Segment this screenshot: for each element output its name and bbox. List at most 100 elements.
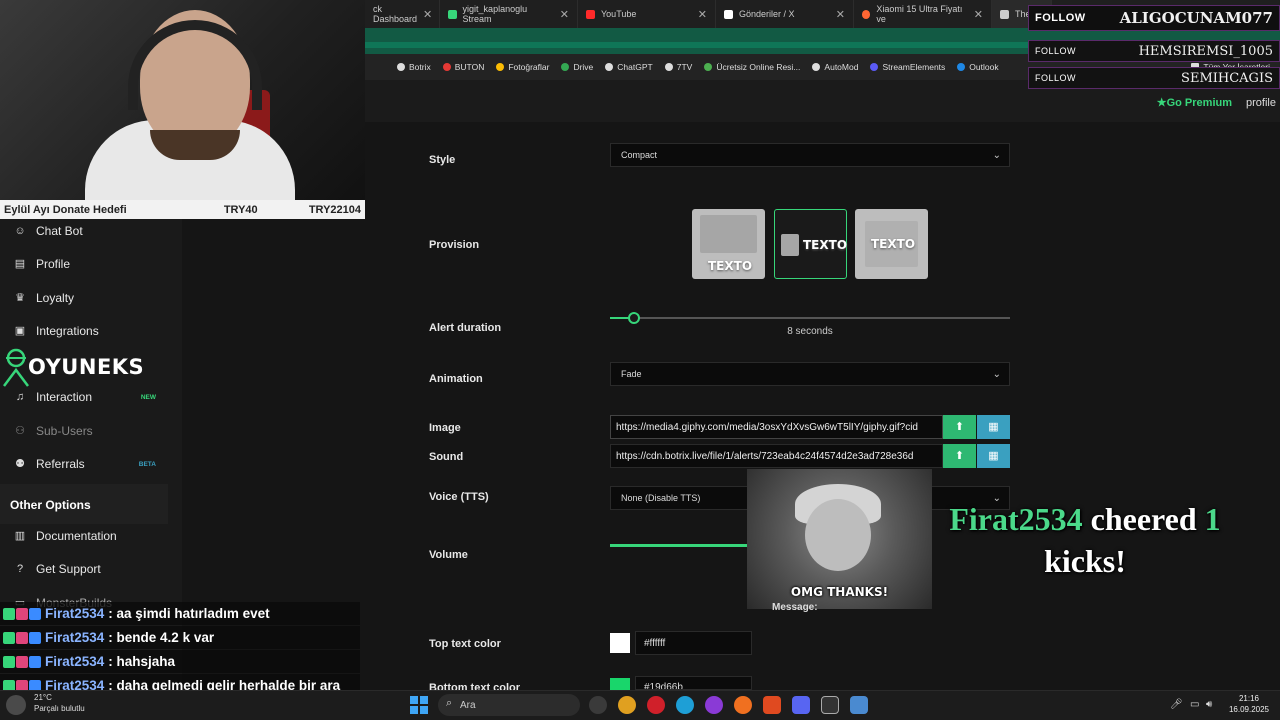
site-icon (1000, 9, 1009, 19)
close-icon[interactable]: ✕ (560, 8, 569, 21)
style-select[interactable]: Compact ⌄ (610, 143, 1010, 167)
app-icon[interactable] (850, 696, 868, 714)
bookmark-label: Ücretsiz Online Resi... (716, 62, 801, 72)
image-library-button[interactable]: ▦ (977, 415, 1010, 439)
tab-dashboard[interactable]: ck Dashboard ✕ (365, 0, 440, 28)
chat-text: : aa şimdi hatırladım evet (108, 606, 270, 621)
tab-x[interactable]: Gönderiler / X ✕ (716, 0, 854, 28)
obs-icon[interactable] (821, 696, 839, 714)
bookmark-item[interactable]: Outlook (957, 62, 999, 72)
top-text-color-swatch[interactable] (610, 633, 630, 653)
bookmark-label: StreamElements (882, 62, 946, 72)
sidebar-item-chat-bot[interactable]: ☺ Chat Bot (0, 215, 168, 247)
tab-youtube[interactable]: YouTube ✕ (578, 0, 716, 28)
tab-label: Xiaomi 15 Ultra Fiyatı ve (876, 4, 963, 24)
brand-logo: OYUNEKS (0, 343, 160, 391)
provision-text: TEXTO (708, 259, 753, 273)
bookmark-item[interactable]: 7TV (664, 62, 692, 72)
provision-option-stacked[interactable]: TEXTO (692, 209, 765, 279)
weather-widget[interactable]: 21°C Parçalı bulutlu (4, 693, 94, 717)
sidebar-item-label: Loyalty (36, 291, 75, 305)
opera-icon[interactable] (647, 696, 665, 714)
bookmark-item[interactable]: Fotoğraflar (496, 62, 549, 72)
microphone-icon[interactable]: 🎤︎ (1170, 699, 1183, 710)
bookmark-icon (704, 63, 713, 71)
star-badge-icon (29, 607, 41, 620)
close-icon[interactable]: ✕ (698, 8, 707, 21)
firefox-icon[interactable] (734, 696, 752, 714)
bookmark-item[interactable]: StreamElements (870, 62, 945, 72)
taskbar-search[interactable]: ⌕ Ara (438, 694, 580, 716)
discord-icon[interactable] (792, 696, 810, 714)
close-icon[interactable]: ✕ (974, 8, 983, 21)
tab-stream[interactable]: yigit_kaplanoglu Stream ✕ (440, 0, 578, 28)
beta-badge: BETA (138, 460, 156, 468)
tab-xiaomi[interactable]: Xiaomi 15 Ultra Fiyatı ve ✕ (854, 0, 992, 28)
profile-link[interactable]: profile (1246, 97, 1276, 109)
sidebar-item-label: Referrals (36, 457, 85, 471)
bookmark-icon (496, 63, 505, 71)
sidebar-item-loyalty[interactable]: ♛ Loyalty (0, 282, 168, 314)
task-view-icon[interactable] (589, 696, 607, 714)
sidebar-item-profile[interactable]: ▤ Profile (0, 248, 168, 280)
bookmark-icon (442, 63, 451, 71)
clock-time: 21:16 (1238, 694, 1260, 703)
bookmark-icon (957, 63, 966, 71)
go-premium-label: Go Premium (1166, 97, 1232, 109)
star-badge-icon (29, 655, 41, 668)
follow-label: FOLLOW (1035, 46, 1077, 56)
sound-url-input[interactable]: https://cdn.botrix.live/file/1/alerts/72… (610, 444, 943, 468)
sidebar-item-sub-users[interactable]: ⚇ Sub-Users (0, 415, 168, 447)
bookmark-label: Fotoğraflar (508, 62, 550, 72)
speaker-icon[interactable]: 🔊︎ (1206, 699, 1212, 710)
sidebar-item-get-support[interactable]: ? Get Support (0, 553, 168, 585)
star-icon: ★ (1156, 97, 1167, 109)
animation-select[interactable]: Fade ⌄ (610, 362, 1010, 386)
top-text-color-input[interactable]: #ffffff (635, 631, 752, 655)
display-icon[interactable]: ▭ (1190, 699, 1199, 710)
alert-gif: OMG THANKS! (747, 469, 932, 609)
upload-image-button[interactable]: ⬆ (943, 415, 976, 439)
close-icon[interactable]: ✕ (836, 8, 845, 21)
duration-slider-handle[interactable] (628, 312, 640, 324)
edge-icon[interactable] (676, 696, 694, 714)
volume-slider[interactable] (610, 544, 750, 547)
donate-target: TRY22104 (308, 203, 361, 216)
go-premium-link[interactable]: ★Go Premium (1157, 96, 1232, 109)
bookmark-item[interactable]: Drive (561, 62, 593, 72)
bookmark-icon (605, 63, 614, 71)
top-text-color-label: Top text color (429, 638, 501, 650)
search-placeholder: Ara (460, 699, 476, 711)
chat-badges (3, 607, 41, 620)
bookmark-item[interactable]: Botrix (397, 62, 431, 72)
bookmark-label: BUTON (454, 62, 485, 72)
x-icon (724, 9, 733, 19)
provision-option-side[interactable]: TEXTO (774, 209, 847, 279)
sound-library-button[interactable]: ▦ (977, 444, 1010, 468)
kick-badge-icon (3, 607, 15, 620)
bookmark-item[interactable]: Ücretsiz Online Resi... (704, 62, 800, 72)
bookmark-icon (397, 63, 405, 71)
bookmark-item[interactable]: AutoMod (812, 62, 858, 72)
windows-start-icon[interactable] (410, 696, 428, 714)
image-url-input[interactable]: https://media4.giphy.com/media/3osxYdXvs… (610, 415, 943, 439)
duration-slider-track[interactable] (610, 317, 1010, 319)
browser-icon[interactable] (705, 696, 723, 714)
bookmark-item[interactable]: ChatGPT (605, 62, 653, 72)
sidebar-item-referrals[interactable]: ⚉ Referrals BETA (0, 448, 168, 480)
kick-icon (448, 9, 457, 19)
system-clock[interactable]: 21:16 16.09.2025 (1224, 693, 1274, 715)
bookmark-item[interactable]: BUTON (442, 62, 485, 72)
sidebar-item-documentation[interactable]: ▥ Documentation (0, 520, 168, 552)
chrome-icon[interactable] (618, 696, 636, 714)
tab-label: yigit_kaplanoglu Stream (462, 4, 528, 24)
bookmark-icon (664, 63, 673, 71)
upload-sound-button[interactable]: ⬆ (943, 444, 976, 468)
image-label: Image (429, 422, 461, 434)
close-icon[interactable]: ✕ (423, 8, 432, 21)
provision-option-overlay[interactable]: TEXTO (855, 209, 928, 279)
sidebar-item-label: Integrations (36, 324, 99, 338)
brave-icon[interactable] (763, 696, 781, 714)
alert-duration-label: Alert duration (429, 322, 502, 334)
bottom-text-color-input[interactable]: #19d66b (635, 676, 752, 690)
